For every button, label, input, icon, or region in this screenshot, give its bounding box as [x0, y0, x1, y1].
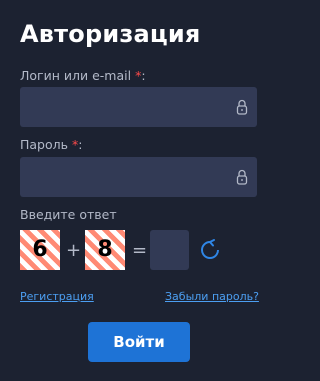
- captcha-digit-1: 6: [32, 237, 48, 262]
- captcha-image-1: 6: [20, 230, 60, 270]
- captcha-digit-2: 8: [97, 237, 113, 262]
- captcha-plus: +: [66, 240, 82, 261]
- label-colon: :: [78, 137, 83, 152]
- page-title: Авторизация: [20, 20, 201, 48]
- login-panel: Авторизация Логин или e-mail *: Пароль *…: [0, 0, 279, 381]
- login-field-label: Логин или e-mail *:: [20, 68, 146, 84]
- login-label-text: Логин или e-mail: [20, 68, 132, 83]
- login-input[interactable]: [20, 87, 257, 127]
- lock-icon: [236, 99, 248, 115]
- login-button[interactable]: Войти: [88, 322, 190, 362]
- forgot-password-link[interactable]: Забыли пароль?: [165, 290, 259, 304]
- refresh-icon[interactable]: [198, 238, 222, 262]
- captcha-equals: =: [132, 240, 148, 261]
- captcha-label: Введите ответ: [20, 207, 117, 222]
- captcha-image-2: 8: [85, 230, 125, 270]
- password-label-text: Пароль: [20, 137, 68, 152]
- password-field-label: Пароль *:: [20, 137, 82, 153]
- lock-icon: [236, 169, 248, 185]
- captcha-answer-input[interactable]: [150, 230, 189, 270]
- label-colon: :: [141, 68, 146, 83]
- password-input[interactable]: [20, 157, 257, 197]
- register-link[interactable]: Регистрация: [20, 290, 94, 304]
